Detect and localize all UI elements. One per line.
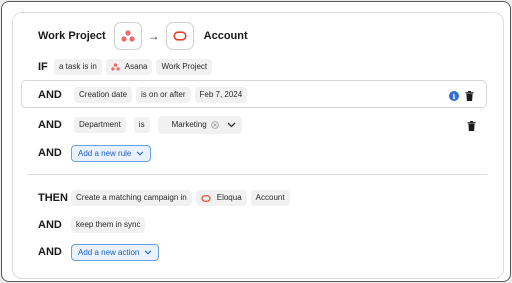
add-action-label: Add a new action (78, 247, 140, 257)
action-chip[interactable]: Create a matching campaign in (71, 190, 192, 206)
add-rule-button[interactable]: Add a new rule (71, 144, 152, 162)
asana-icon (111, 63, 120, 71)
if-row: IF a task is in Asana Work Project (38, 58, 213, 76)
workflow-header: Work Project → Account (38, 22, 248, 50)
app-chip-eloqua[interactable]: Eloqua (195, 190, 247, 206)
and-keyword: AND (38, 147, 62, 159)
value-chip[interactable]: Feb 7, 2024 (194, 87, 248, 103)
operator-chip[interactable]: is (133, 117, 150, 133)
then-row: THEN Create a matching campaign in Eloqu… (38, 189, 290, 207)
value-select[interactable]: Marketing (157, 116, 242, 134)
sync-row: AND keep them in sync (38, 216, 146, 234)
clear-icon[interactable] (210, 121, 219, 129)
app-chip-label: Asana (124, 62, 148, 71)
operator-chip[interactable]: is on or after (136, 87, 191, 103)
chevron-down-icon (136, 150, 144, 156)
and-keyword: AND (38, 246, 62, 258)
trash-icon[interactable] (467, 121, 476, 131)
add-action-button[interactable]: Add a new action (71, 243, 160, 261)
source-title: Work Project (38, 30, 106, 42)
section-divider (27, 174, 487, 175)
chevron-down-icon[interactable] (227, 122, 236, 128)
add-rule-row: AND Add a new rule (38, 144, 152, 162)
app-chip-asana[interactable]: Asana (105, 59, 153, 75)
eloqua-icon[interactable] (165, 22, 194, 50)
project-chip[interactable]: Work Project (156, 59, 213, 75)
if-keyword: IF (38, 61, 48, 73)
eloqua-icon (201, 194, 211, 202)
value-select-label: Marketing (171, 120, 207, 129)
add-action-row: AND Add a new action (38, 243, 160, 261)
trash-icon[interactable] (465, 91, 474, 101)
info-icon[interactable]: i (449, 91, 459, 101)
and-keyword: AND (38, 119, 62, 131)
asana-icon[interactable] (113, 22, 142, 50)
sync-chip[interactable]: keep them in sync (71, 217, 146, 233)
target-title: Account (203, 30, 248, 42)
rule-actions: i (449, 90, 474, 102)
trigger-chip[interactable]: a task is in (54, 59, 102, 75)
rule-row: AND Department is Marketing (38, 116, 242, 134)
arrow-icon: → (147, 29, 160, 43)
and-keyword: AND (38, 219, 62, 231)
rule-row: AND Creation date is on or after Feb 7, … (38, 86, 248, 104)
object-chip[interactable]: Account (250, 190, 290, 206)
then-keyword: THEN (38, 192, 68, 204)
field-chip[interactable]: Creation date (74, 87, 133, 103)
app-window: Work Project → Account IF a task is in A… (1, 1, 511, 282)
field-chip[interactable]: Department (74, 117, 126, 133)
rule-actions (467, 120, 476, 132)
and-keyword: AND (38, 89, 62, 101)
app-chip-label: Eloqua (216, 193, 242, 202)
workflow-card: Work Project → Account IF a task is in A… (12, 12, 504, 279)
add-rule-label: Add a new rule (78, 148, 132, 158)
chevron-down-icon (144, 249, 152, 255)
